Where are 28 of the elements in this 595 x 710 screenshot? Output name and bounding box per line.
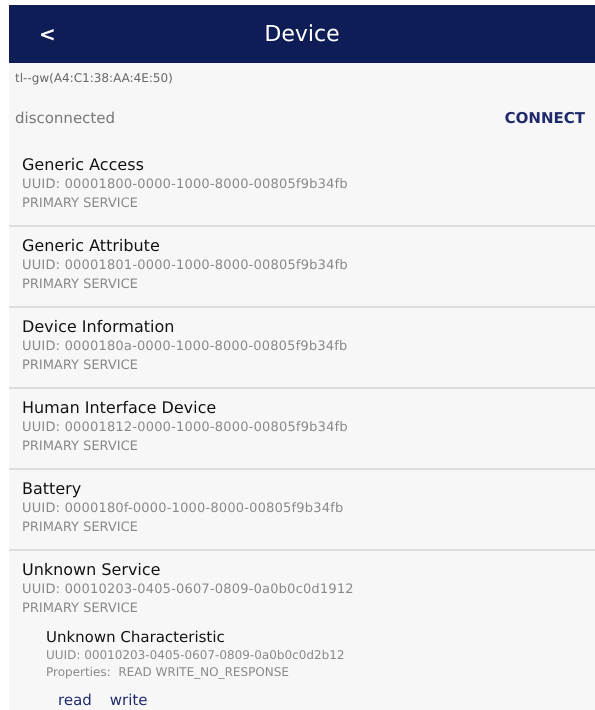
characteristic-uuid: UUID: 00010203-0405-0607-0809-0a0b0c0d2b12	[46, 646, 344, 664]
service-type: PRIMARY SERVICE	[22, 194, 138, 212]
action-button[interactable]: write	[110, 688, 148, 710]
service-type: PRIMARY SERVICE	[22, 276, 138, 294]
service-uuid: UUID: 00001812-0000-1000-8000-00805f9b34fb	[22, 418, 348, 436]
service-type: PRIMARY SERVICE	[22, 356, 138, 374]
service-uuid: UUID: 0000180f-0000-1000-8000-00805f9b34fb	[22, 500, 344, 518]
service-name[interactable]: Generic Attribute	[22, 234, 160, 256]
service-type: PRIMARY SERVICE	[22, 518, 138, 536]
characteristic-properties: Properties: READ WRITE_NO_RESPONSE	[46, 664, 289, 680]
service-name[interactable]: Battery	[22, 478, 82, 500]
service-name[interactable]: Generic Access	[22, 154, 144, 176]
service-uuid: UUID: 0000180a-0000-1000-8000-00805f9b34fb	[22, 338, 348, 356]
service-name[interactable]: Human Interface Device	[22, 396, 216, 418]
service-type: PRIMARY SERVICE	[22, 438, 138, 456]
back-button[interactable]: <	[39, 19, 56, 49]
service-type: PRIMARY SERVICE	[22, 600, 138, 618]
device-name: tl--gw(A4:C1:38:AA:4E:50)	[15, 70, 173, 87]
action-button[interactable]: read	[58, 688, 92, 710]
service-uuid: UUID: 00001801-0000-1000-8000-00805f9b34fb	[22, 256, 348, 274]
connection-status: disconnected	[15, 108, 116, 129]
characteristic-name: Unknown Characteristic	[46, 626, 225, 646]
connect-button[interactable]: CONNECT	[504, 107, 585, 130]
header-title: Device	[264, 20, 340, 48]
service-uuid: UUID: 00001800-0000-1000-8000-00805f9b34fb	[22, 176, 348, 194]
service-uuid: UUID: 00010203-0405-0607-0809-0a0b0c0d1912	[22, 580, 354, 598]
service-name[interactable]: Device Information	[22, 316, 174, 338]
service-name[interactable]: Unknown Service	[22, 558, 160, 580]
